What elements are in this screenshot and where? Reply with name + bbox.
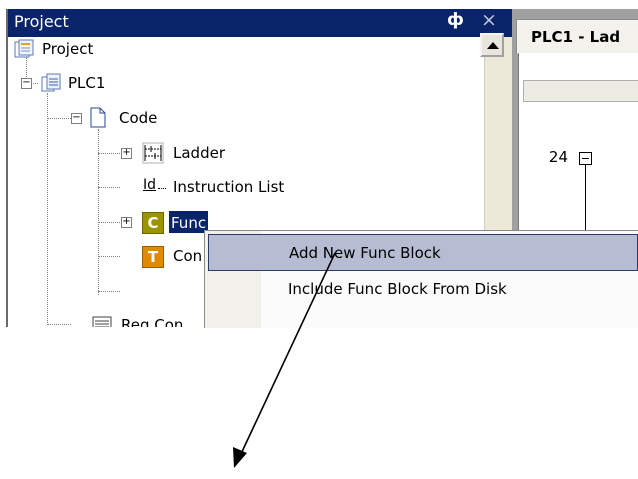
arrow-head: [233, 447, 247, 468]
annotation-arrow: [233, 252, 336, 468]
arrow-line: [239, 252, 336, 457]
